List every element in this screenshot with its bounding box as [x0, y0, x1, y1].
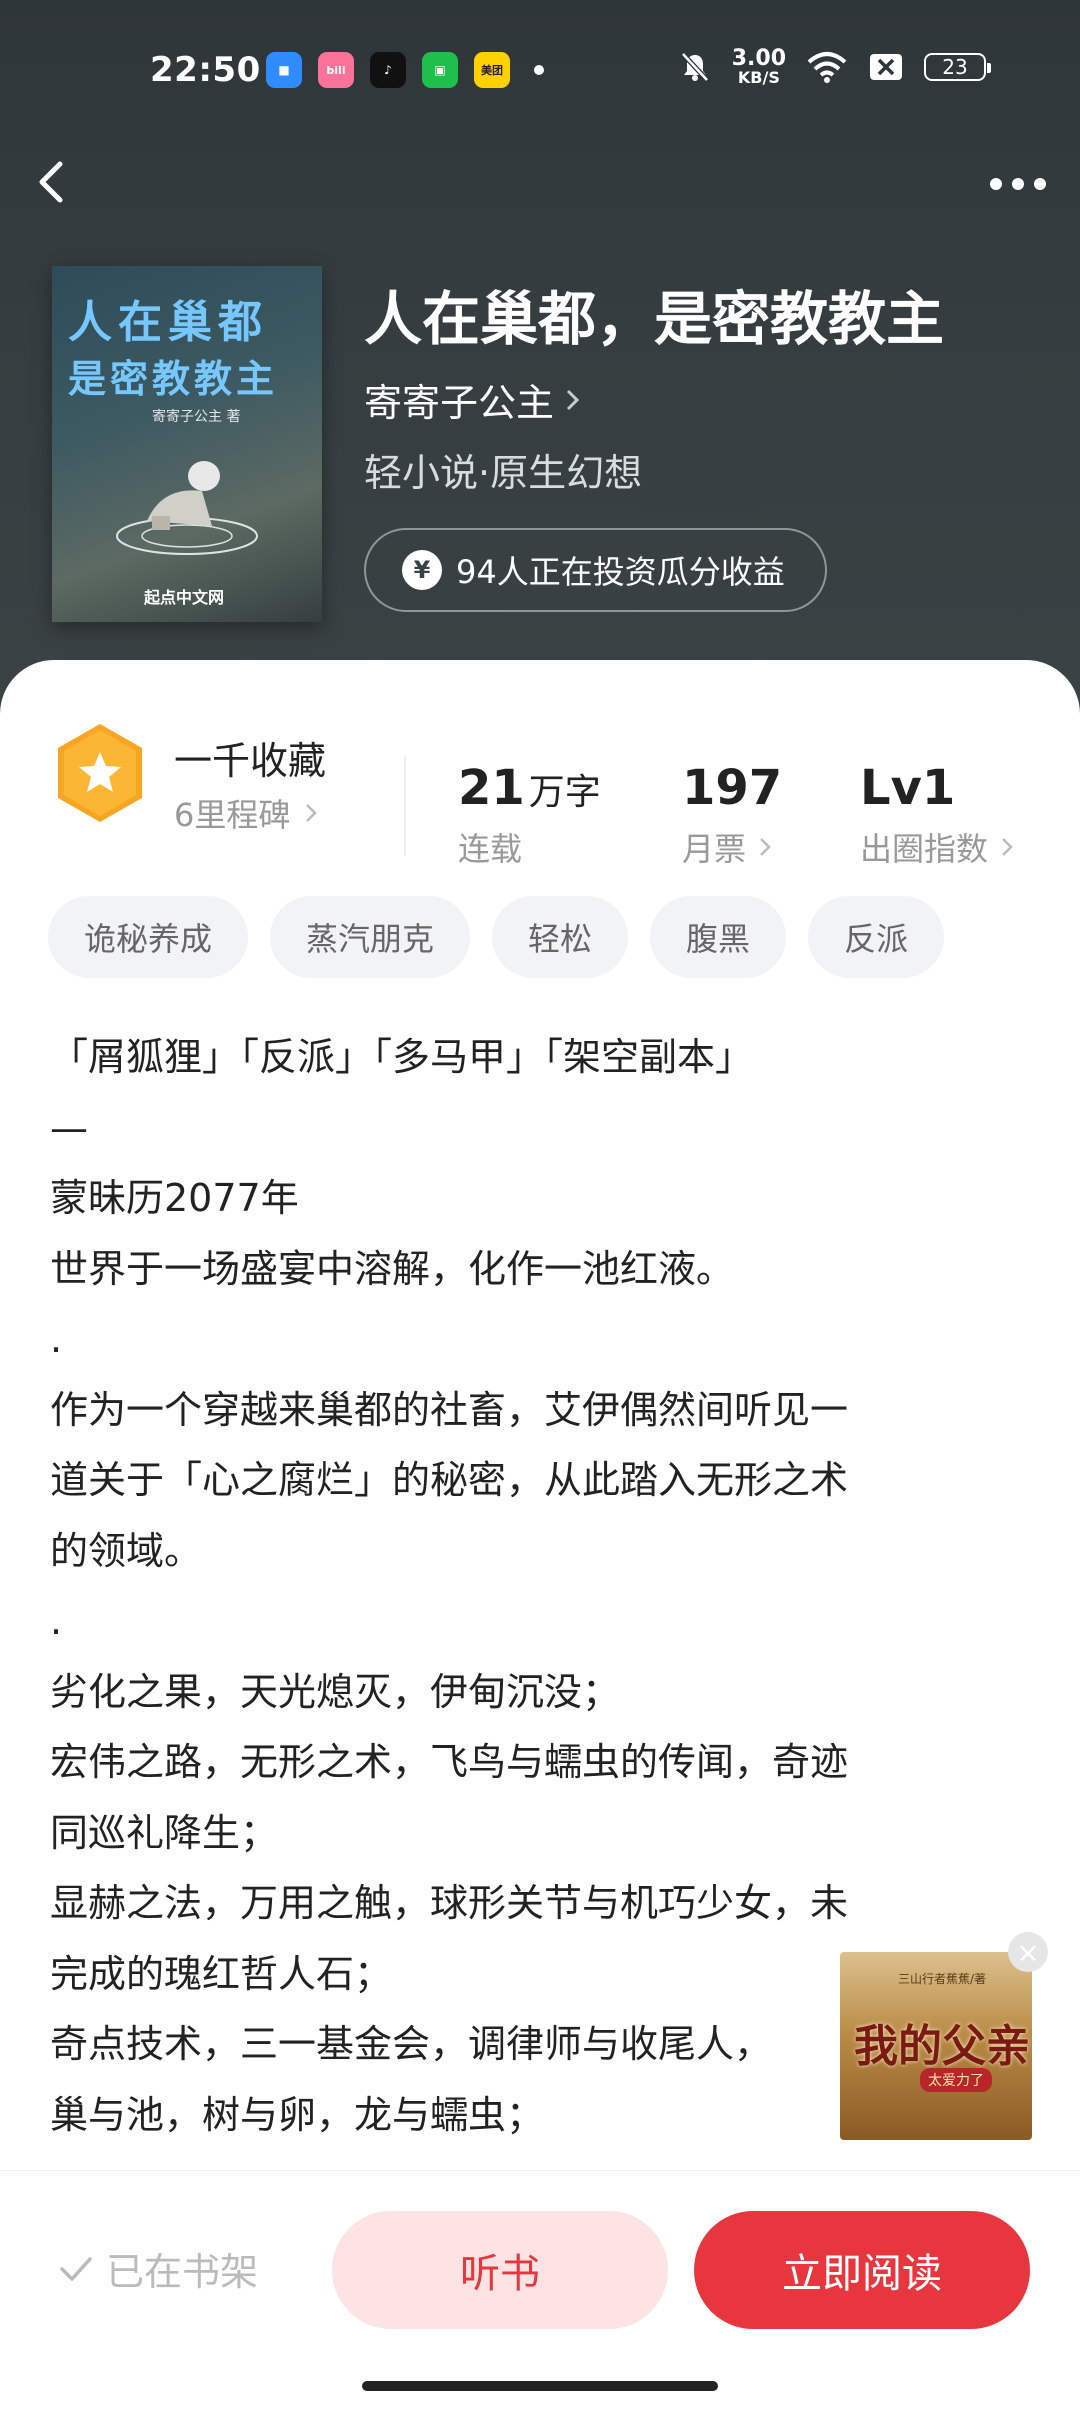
- milestone-link[interactable]: 6里程碑: [174, 790, 318, 836]
- monthly-ticket-stat[interactable]: 197 月票: [682, 760, 782, 870]
- tag-chip[interactable]: 腹黑: [650, 896, 787, 978]
- check-icon: [60, 2256, 92, 2281]
- description-line: 蒙昧历2077年: [50, 1176, 299, 1220]
- status-right: 3.00 KB/S 23: [678, 46, 991, 87]
- description-line: 显赫之法，万用之触，球形关节与机巧少女，未: [50, 1881, 849, 1925]
- close-icon[interactable]: ×: [1008, 1932, 1048, 1972]
- author-link[interactable]: 寄寄子公主: [364, 372, 582, 427]
- word-count-stat: 21 万字 连载: [458, 760, 601, 868]
- author-name: 寄寄子公主: [364, 381, 555, 425]
- cover-illustration: [116, 461, 258, 555]
- description-line: 「屑狐狸」「反派」「多马甲」「架空副本」: [50, 1035, 754, 1079]
- description-line: .: [50, 1599, 63, 1643]
- status-time: 22:50: [150, 50, 261, 90]
- wifi-icon: [807, 52, 847, 83]
- bottom-action-bar: 已在书架 听书 立即阅读: [0, 2170, 1080, 2412]
- book-detail-card: 一千收藏 6里程碑 21 万字 连载 197 月票 Lv1 出圈指数 诡秘养成 …: [0, 660, 1080, 2412]
- popularity-level-stat[interactable]: Lv1 出圈指数: [860, 760, 1014, 870]
- tag-list: 诡秘养成 蒸汽朋克 轻松 腹黑 反派: [48, 896, 945, 978]
- bilibili-icon: bili: [318, 52, 354, 88]
- book-cover[interactable]: 人在巢都 是密教教主 寄寄子公主 著 起点中文网: [52, 266, 322, 622]
- home-indicator[interactable]: [362, 2381, 718, 2391]
- on-shelf-indicator[interactable]: 已在书架: [56, 2241, 258, 2296]
- chevron-right-icon: [760, 838, 771, 856]
- tiktok-icon: ♪: [370, 52, 406, 88]
- book-genre: 轻小说·原生幻想: [364, 451, 643, 495]
- description-line: —: [50, 1105, 88, 1150]
- book-title: 人在巢都，是密教教主: [364, 285, 945, 353]
- book-header: 22:50 ■ bili ♪ ▣ 美团 3.00 KB/S 23 人在巢都 是密…: [0, 0, 1080, 720]
- read-now-button[interactable]: 立即阅读: [694, 2211, 1030, 2329]
- description-line: 宏伟之路，无形之术，飞鸟与蠕虫的传闻，奇迹: [50, 1740, 849, 1784]
- chevron-right-icon: [306, 804, 318, 822]
- status-app-icons: ■ bili ♪ ▣ 美团: [266, 52, 544, 88]
- listen-button[interactable]: 听书: [332, 2211, 668, 2329]
- net-speed: 3.00 KB/S: [731, 46, 786, 87]
- chevron-right-icon: [566, 389, 580, 410]
- tag-chip[interactable]: 反派: [808, 896, 945, 978]
- blue-app-icon: ■: [266, 52, 302, 88]
- notification-dot: [534, 65, 544, 75]
- star-medal-icon: [58, 724, 142, 822]
- more-options-icon[interactable]: [986, 170, 1050, 198]
- invest-text: 94人正在投资瓜分收益: [456, 553, 785, 591]
- meituan-icon: 美团: [474, 52, 510, 88]
- description-line: 道关于「心之腐烂」的秘密，从此踏入无形之术: [50, 1458, 849, 1502]
- back-arrow-icon[interactable]: [28, 150, 76, 214]
- collect-milestone-title: 一千收藏: [174, 739, 327, 783]
- battery-icon: 23: [924, 53, 991, 81]
- description-line: 同巡礼降生；: [50, 1810, 279, 1855]
- yen-coin-icon: ¥: [402, 550, 442, 590]
- description-line: 劣化之果，天光熄灭，伊甸沉没；: [50, 1669, 621, 1714]
- ad-image[interactable]: 三山行者蕉蕉/著 我的父亲 太爱力了: [840, 1952, 1032, 2140]
- mute-icon: [680, 52, 709, 82]
- floating-ad[interactable]: 三山行者蕉蕉/著 我的父亲 太爱力了 ×: [840, 1932, 1048, 2140]
- tag-chip[interactable]: 轻松: [492, 896, 629, 978]
- description-line: 世界于一场盛宴中溶解，化作一池红液。: [50, 1246, 735, 1291]
- stats-divider: [404, 756, 406, 856]
- stats-row: 一千收藏 6里程碑 21 万字 连载 197 月票 Lv1 出圈指数: [0, 700, 1080, 868]
- tag-chip[interactable]: 蒸汽朋克: [270, 896, 471, 978]
- description-line: .: [50, 1317, 63, 1361]
- tag-chip[interactable]: 诡秘养成: [48, 896, 249, 978]
- chevron-right-icon: [1002, 838, 1013, 856]
- invest-button[interactable]: ¥ 94人正在投资瓜分收益: [364, 528, 827, 612]
- description-line: 作为一个穿越来巢都的社畜，艾伊偶然间听见一: [50, 1387, 849, 1432]
- sim-off-icon: [870, 54, 902, 80]
- green-app-icon: ▣: [422, 52, 458, 88]
- description-line: 的领域。: [50, 1528, 203, 1573]
- status-bar: 22:50 ■ bili ♪ ▣ 美团 3.00 KB/S 23: [0, 40, 1080, 100]
